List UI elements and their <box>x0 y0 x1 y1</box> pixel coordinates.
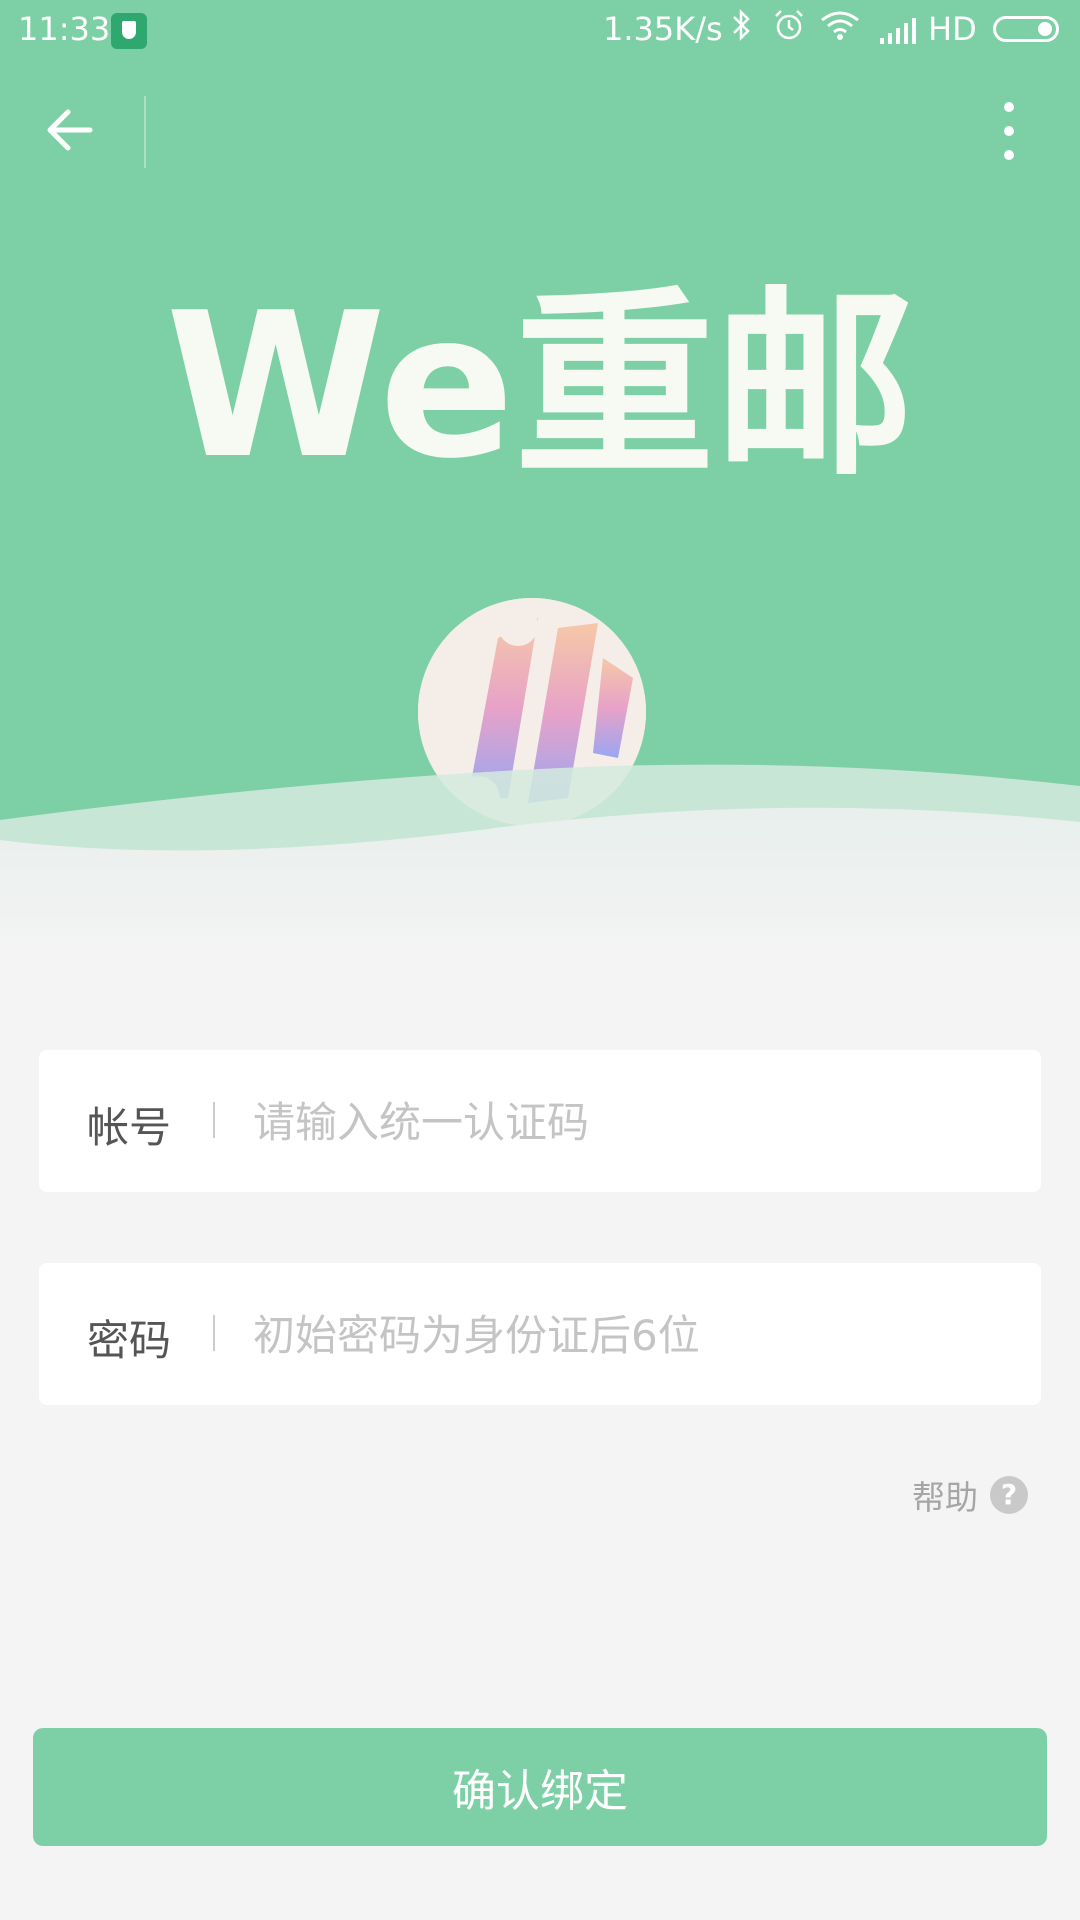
header-banner: 11:33 1.35K/s HD We重邮 <box>0 0 1080 960</box>
help-label: 帮助 <box>912 1478 978 1517</box>
app-logo-wordmark: We重邮 <box>165 270 914 503</box>
question-mark-icon: ? <box>990 1476 1028 1514</box>
bluetooth-icon <box>730 8 754 50</box>
field-divider <box>213 1102 215 1138</box>
header-wave <box>0 764 1080 960</box>
back-button[interactable] <box>40 100 100 160</box>
more-vertical-icon <box>1004 102 1014 112</box>
signal-icon <box>878 16 918 54</box>
password-input[interactable] <box>251 1293 1015 1377</box>
account-field: 帐号 <box>39 1050 1041 1192</box>
network-type: HD <box>928 10 977 48</box>
status-time: 11:33 <box>18 10 111 48</box>
battery-icon <box>993 16 1059 42</box>
account-label: 帐号 <box>87 1103 172 1152</box>
network-speed: 1.35K/s <box>603 10 723 48</box>
nav-divider <box>144 96 146 168</box>
account-input[interactable] <box>251 1080 1015 1164</box>
more-options-button[interactable] <box>990 98 1030 166</box>
status-bar: 11:33 1.35K/s HD <box>0 0 1080 62</box>
password-label: 密码 <box>87 1316 172 1365</box>
wifi-icon <box>820 10 860 50</box>
shield-app-icon <box>111 13 147 49</box>
alarm-icon <box>772 8 806 50</box>
logo-text: We重邮 <box>165 270 914 503</box>
password-field: 密码 <box>39 1263 1041 1405</box>
help-link[interactable]: 帮助 ? <box>912 1470 1028 1520</box>
confirm-bind-button[interactable]: 确认绑定 <box>33 1728 1047 1846</box>
arrow-left-icon <box>47 109 93 151</box>
field-divider <box>213 1315 215 1351</box>
